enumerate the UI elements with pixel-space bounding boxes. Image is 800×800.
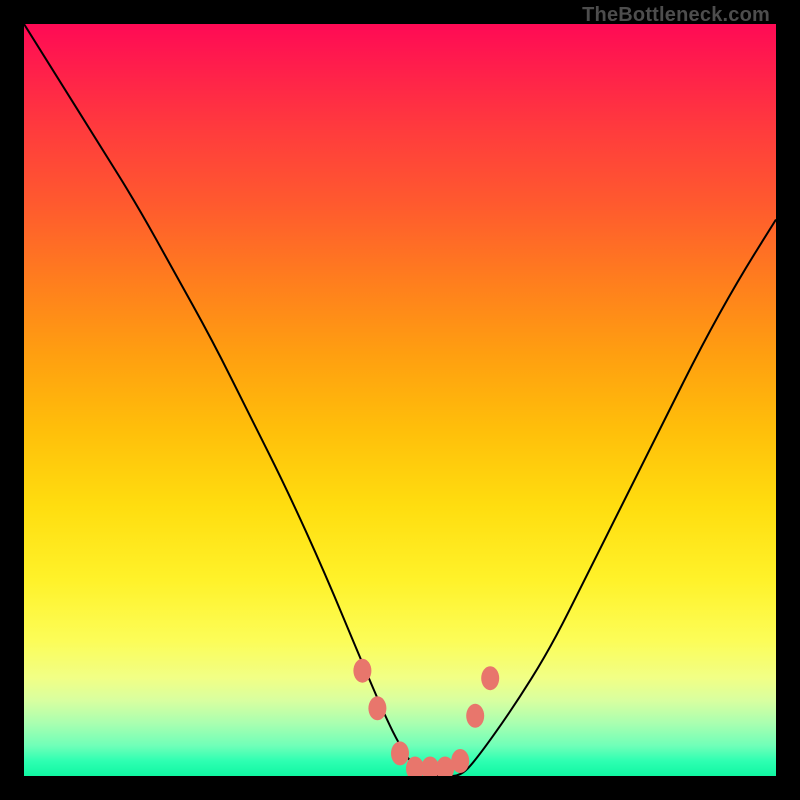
heat-gradient-background [24, 24, 776, 776]
chart-frame: TheBottleneck.com [0, 0, 800, 800]
watermark-text: TheBottleneck.com [582, 4, 770, 27]
plot-area [24, 24, 776, 776]
